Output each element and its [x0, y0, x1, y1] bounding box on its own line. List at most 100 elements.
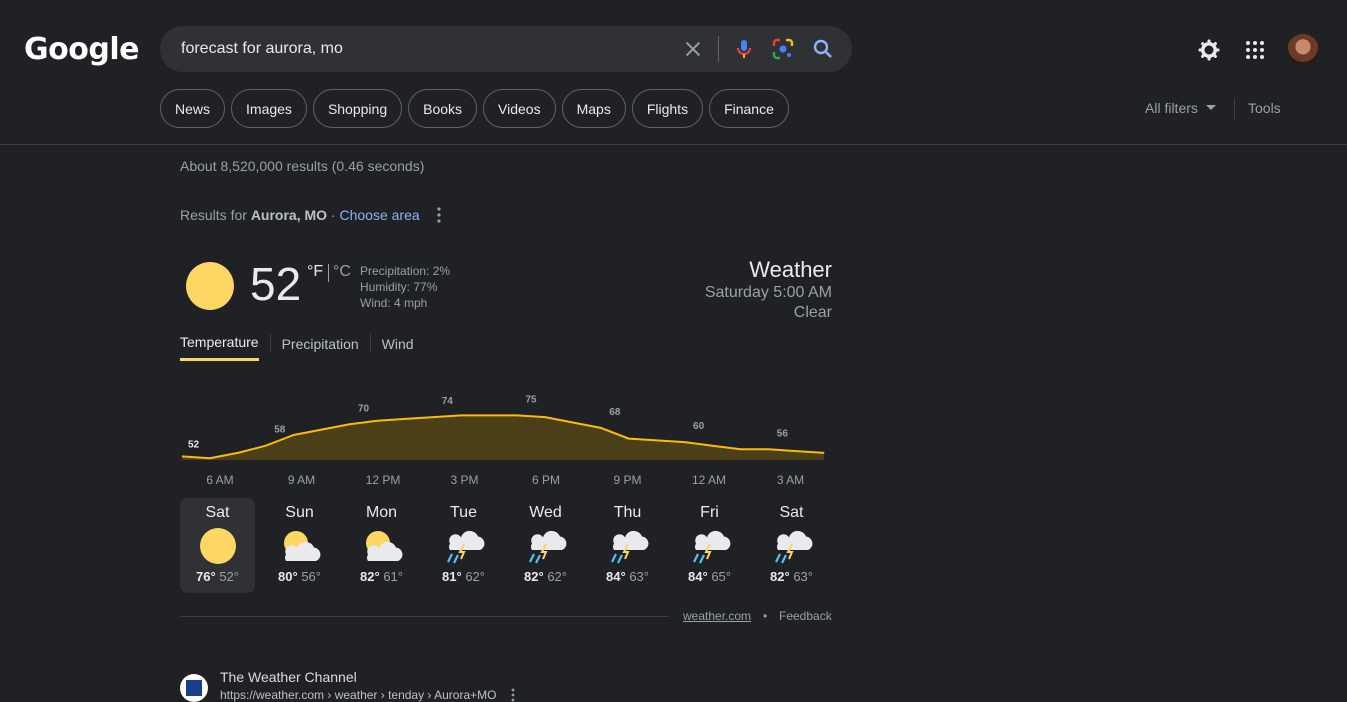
forecast-temps: 76° 52° [180, 569, 255, 584]
more-options-icon[interactable] [432, 206, 446, 224]
gear-icon[interactable] [1197, 38, 1221, 62]
thunderstorm-rain-icon [774, 530, 812, 564]
forecast-high: 82° [360, 569, 380, 584]
time-tick-label: 6 AM [206, 473, 233, 487]
forecast-high: 81° [442, 569, 462, 584]
temperature-label: 60 [693, 421, 705, 432]
header-divider [0, 144, 1347, 145]
forecast-day-name: Sat [779, 504, 804, 521]
forecast-high: 82° [770, 569, 790, 584]
result-site-name[interactable]: The Weather Channel [220, 669, 357, 685]
weather-condition: Clear [793, 304, 832, 321]
search-input[interactable]: forecast for aurora, mo [181, 40, 343, 58]
forecast-temps: 80° 56° [262, 569, 337, 584]
partly-cloudy-icon [283, 531, 320, 561]
unit-celsius-toggle[interactable]: °C [333, 263, 351, 281]
partly-cloudy-icon [365, 531, 402, 561]
time-tick-label: 3 AM [777, 473, 804, 487]
forecast-day[interactable]: Sat 82° 63° [754, 498, 829, 593]
apps-grid-icon[interactable] [1243, 38, 1267, 62]
forecast-temps: 82° 62° [508, 569, 583, 584]
chip-shopping[interactable]: Shopping [312, 89, 403, 128]
forecast-day[interactable]: Sat 76° 52° [180, 498, 255, 593]
forecast-temps: 82° 61° [344, 569, 419, 584]
forecast-day[interactable]: Fri 84° 65° [672, 498, 747, 593]
forecast-low: 52° [219, 569, 239, 584]
results-for-separator: · [327, 207, 340, 223]
tab-separator [269, 334, 271, 352]
forecast-low: 63° [793, 569, 813, 584]
all-filters-button[interactable]: All filters [1145, 100, 1216, 116]
chip-images[interactable]: Images [231, 89, 307, 128]
forecast-day[interactable]: Tue 81° 62° [426, 498, 501, 593]
forecast-day[interactable]: Thu 84° 63° [590, 498, 665, 593]
chip-finance[interactable]: Finance [709, 89, 789, 128]
forecast-day-name: Thu [613, 504, 642, 521]
results-location: Aurora, MO [250, 207, 328, 223]
tab-temperature[interactable]: Temperature [180, 334, 259, 361]
search-icon[interactable] [811, 37, 835, 61]
daily-forecast: Sat 76° 52° Sun 80° 56° Mon 82° 61° Tue 81° 62°… [180, 498, 829, 593]
result-more-icon[interactable] [508, 688, 518, 702]
footer-divider [180, 616, 669, 617]
chip-maps[interactable]: Maps [561, 89, 626, 128]
search-box[interactable]: forecast for aurora, mo [160, 26, 852, 72]
time-tick-label: 12 AM [692, 473, 726, 487]
forecast-day[interactable]: Wed 82° 62° [508, 498, 583, 593]
thunderstorm-rain-icon [610, 530, 648, 564]
time-tick-label: 9 AM [288, 473, 315, 487]
google-logo[interactable]: Google [24, 32, 139, 67]
forecast-high: 76° [196, 569, 216, 584]
humidity-value: Humidity: 77% [360, 280, 438, 294]
weather-source-link[interactable]: weather.com [683, 609, 751, 623]
weather-channel-favicon[interactable] [180, 674, 208, 702]
temperature-chart[interactable]: 52 58 70 74 75 68 60 56 6 AM 9 AM 12 PM 3 PM 6 PM 9 P… [180, 380, 832, 490]
google-lens-icon[interactable] [771, 37, 795, 61]
account-avatar[interactable] [1287, 34, 1319, 66]
forecast-day-name: Wed [529, 504, 562, 521]
time-tick-label: 6 PM [532, 473, 560, 487]
forecast-low: 61° [383, 569, 403, 584]
time-tick-label: 12 PM [366, 473, 401, 487]
chip-news[interactable]: News [160, 89, 226, 128]
forecast-temps: 81° 62° [426, 569, 501, 584]
clear-icon[interactable] [682, 38, 704, 60]
unit-separator [328, 264, 329, 282]
chip-videos[interactable]: Videos [483, 89, 556, 128]
forecast-low: 62° [465, 569, 485, 584]
forecast-day[interactable]: Mon 82° 61° [344, 498, 419, 593]
forecast-temps: 84° 65° [672, 569, 747, 584]
all-filters-label: All filters [1145, 100, 1198, 116]
chip-flights[interactable]: Flights [631, 89, 704, 128]
feedback-link[interactable]: Feedback [779, 609, 832, 623]
unit-fahrenheit-toggle[interactable]: °F [307, 263, 323, 281]
chip-books[interactable]: Books [408, 89, 478, 128]
thunderstorm-rain-icon [528, 530, 566, 564]
search-chips: News Images Shopping Books Videos Maps F… [160, 89, 789, 128]
forecast-high: 84° [688, 569, 708, 584]
tab-precipitation[interactable]: Precipitation [282, 336, 359, 360]
temperature-label: 68 [609, 407, 621, 418]
current-temperature: 52 [250, 258, 302, 310]
tab-wind[interactable]: Wind [382, 336, 414, 360]
temperature-area [182, 415, 825, 460]
weather-title: Weather [749, 257, 832, 282]
forecast-day[interactable]: Sun 80° 56° [262, 498, 337, 593]
result-url[interactable]: https://weather.com › weather › tenday ›… [220, 688, 496, 702]
temperature-label: 56 [777, 428, 789, 439]
footer-bullet: • [763, 609, 768, 623]
weather-tabs: Temperature Precipitation Wind [180, 334, 414, 361]
time-tick-label: 3 PM [450, 473, 478, 487]
forecast-day-name: Mon [365, 504, 398, 521]
forecast-high: 80° [278, 569, 298, 584]
choose-area-link[interactable]: Choose area [340, 207, 420, 223]
results-for-prefix: Results for [180, 207, 251, 223]
thunderstorm-rain-icon [446, 530, 484, 564]
tools-button[interactable]: Tools [1248, 100, 1281, 116]
search-divider [718, 36, 719, 62]
forecast-day-name: Sun [285, 504, 314, 521]
sunny-icon [186, 262, 234, 310]
temperature-label: 52 [188, 439, 200, 450]
microphone-icon[interactable] [732, 37, 756, 61]
wind-value: Wind: 4 mph [360, 296, 428, 310]
